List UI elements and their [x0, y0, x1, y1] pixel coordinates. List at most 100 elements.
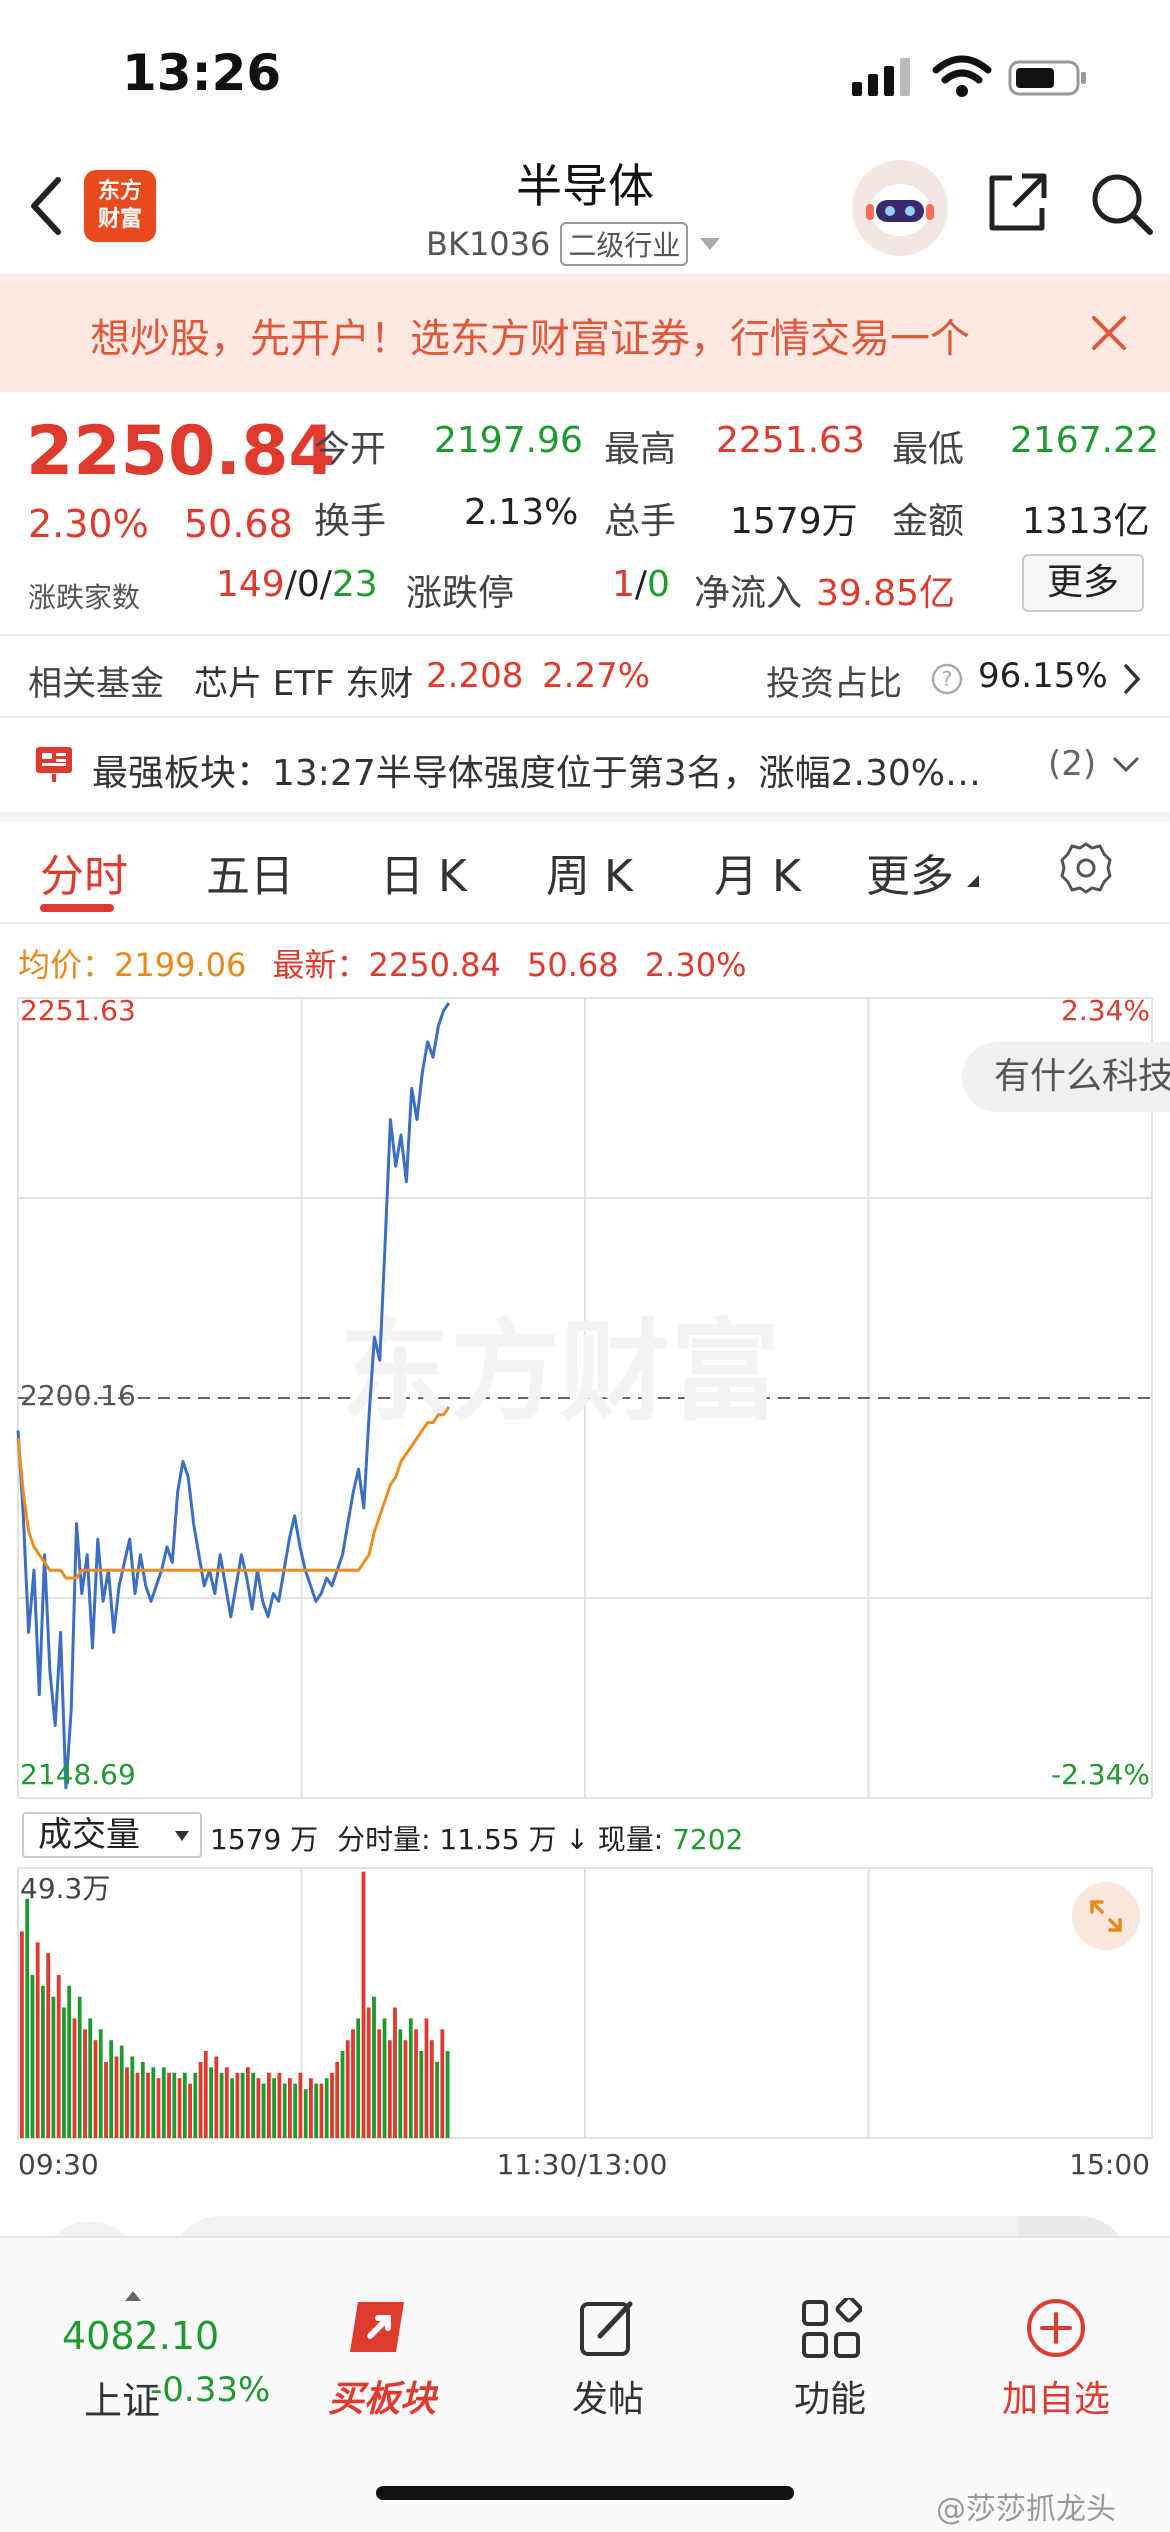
promo-banner-text[interactable]: 想炒股，先开户！选东方财富证券，行情交易一个 — [90, 306, 1040, 364]
volume-bar — [203, 2051, 208, 2138]
divider — [0, 634, 1170, 636]
volume-bar — [235, 2072, 240, 2138]
battery-icon — [1008, 60, 1086, 96]
volume-bar — [251, 2072, 255, 2138]
tab-more[interactable]: 更多 — [866, 840, 954, 904]
add-watchlist-icon[interactable] — [1024, 2296, 1088, 2360]
ai-assistant-avatar-icon[interactable] — [852, 160, 948, 256]
volume-bar — [314, 2083, 319, 2138]
nav-post[interactable]: 发帖 — [508, 2370, 708, 2422]
nav-add-watchlist[interactable]: 加自选 — [956, 2370, 1156, 2422]
tab-intraday[interactable]: 分时 — [40, 840, 128, 904]
tab-five-day[interactable]: 五日 — [206, 840, 294, 904]
volume-bar — [372, 1996, 376, 2138]
compose-post-icon[interactable] — [578, 2296, 638, 2358]
home-indicator — [376, 2486, 794, 2500]
buy-sector-icon[interactable] — [344, 2296, 420, 2358]
down-arrow-icon: ↓ — [565, 1823, 598, 1856]
volume-bar — [146, 2072, 150, 2138]
caret-up-icon — [125, 2291, 141, 2301]
indicator-selector-label: 成交量 — [38, 1815, 140, 1855]
ratio-label[interactable]: 投资占比 — [766, 656, 902, 705]
share-icon[interactable] — [984, 170, 1050, 236]
volume-bar — [98, 2029, 103, 2138]
ai-question-bubble[interactable]: 有什么科技 — [962, 1042, 1170, 1112]
breadth-values: 149/0/23 — [216, 564, 378, 605]
prev-close-label: 2200.16 — [20, 1379, 136, 1412]
index-name[interactable]: 上证 — [84, 2370, 160, 2425]
high-value: 2251.63 — [716, 420, 865, 461]
price-max-label: 2251.63 — [20, 994, 136, 1027]
board-ranking-icon — [36, 747, 72, 782]
tab-daily-k[interactable]: 日 K — [380, 840, 467, 904]
volume-bar — [267, 2072, 271, 2138]
volume-bar — [387, 2040, 392, 2138]
more-button[interactable]: 更多 — [1022, 554, 1144, 612]
volume-bar — [119, 2045, 124, 2138]
low-label: 最低 — [892, 429, 965, 470]
nav-functions[interactable]: 功能 — [730, 2370, 930, 2422]
tab-monthly-k[interactable]: 月 K — [714, 840, 801, 904]
fund-label: 相关基金 — [28, 664, 164, 704]
volume-bar — [72, 2018, 77, 2138]
intraday-price-chart[interactable]: 东方财富 2251.63 2.34% 2200.16 2148.69 -2.34… — [0, 990, 1170, 1810]
volume-bar — [324, 2078, 329, 2138]
wifi-icon — [932, 55, 992, 97]
volume-bar — [361, 1871, 366, 2138]
industry-tag: 二级行业 — [560, 222, 689, 266]
sector-subtitle[interactable]: BK1036 二级行业 — [426, 222, 722, 266]
limit-up: 1 — [612, 564, 635, 605]
help-icon[interactable]: ? — [930, 662, 964, 696]
volume-bar — [93, 2040, 98, 2138]
volume-total: 1579 万 — [210, 1823, 319, 1856]
indicator-selector[interactable]: 成交量 — [22, 1812, 202, 1858]
limit-label: 涨跌停 — [406, 573, 515, 614]
volume-bar — [41, 1985, 45, 2138]
open-label: 今开 — [314, 429, 387, 470]
volume-bar — [440, 2029, 445, 2138]
volume-bar — [351, 2029, 355, 2138]
close-icon[interactable] — [1084, 308, 1134, 358]
search-icon[interactable] — [1088, 170, 1154, 236]
volume-bar — [83, 2029, 87, 2138]
now-volume-value: 7202 — [672, 1823, 744, 1856]
volume-bar — [240, 2072, 245, 2138]
ratio-value: 96.15% — [978, 656, 1108, 696]
expand-icon[interactable] — [1072, 1882, 1140, 1950]
volume-bar — [88, 2018, 93, 2138]
breadth-flat: 0 — [296, 564, 320, 605]
tab-weekly-k[interactable]: 周 K — [546, 840, 633, 904]
breadth-label: 涨跌家数 — [28, 581, 141, 614]
low-value: 2167.22 — [1010, 420, 1159, 461]
index-change[interactable]: -0.33% — [150, 2370, 270, 2410]
chevron-right-icon[interactable] — [1120, 662, 1144, 696]
volume-bar — [419, 2051, 424, 2138]
strongest-sector-text[interactable]: 最强板块：13:27半导体强度位于第3名，涨幅2.30%… — [92, 744, 981, 796]
volume-bar — [167, 2072, 171, 2138]
minute-volume-value: 11.55 万 — [439, 1823, 557, 1856]
nav-buy-sector[interactable]: 买板块 — [282, 2370, 482, 2422]
volume-bar — [62, 2007, 66, 2138]
volume-bar — [172, 2072, 177, 2138]
volume-bar — [282, 2083, 287, 2138]
amount-value: 1313亿 — [1022, 501, 1150, 542]
cellular-signal-icon — [852, 58, 910, 96]
current-price: 2250.84 — [26, 412, 336, 491]
breadth-sep: / — [284, 564, 297, 605]
functions-grid-icon[interactable] — [800, 2298, 862, 2360]
breadth-up: 149 — [216, 564, 285, 605]
volume-bar — [445, 2051, 450, 2138]
volume-bar — [46, 1953, 51, 2138]
volume-bar — [298, 2072, 303, 2138]
index-value[interactable]: 4082.10 — [62, 2314, 219, 2358]
volume-bar — [330, 2072, 334, 2138]
caret-down-icon — [700, 238, 721, 250]
volume-chart[interactable]: 49.3万 09:30 11:30/13:00 15:00 — [0, 1864, 1170, 2184]
fund-price: 2.208 — [426, 656, 524, 696]
fund-name[interactable]: 芯片 ETF 东财 — [194, 656, 413, 705]
latest-pct: 2.30% — [644, 946, 747, 984]
sector-code: BK1036 — [426, 225, 551, 263]
active-tab-indicator — [40, 904, 114, 912]
chevron-down-icon[interactable] — [1112, 756, 1140, 774]
settings-gear-icon[interactable] — [1058, 840, 1114, 896]
